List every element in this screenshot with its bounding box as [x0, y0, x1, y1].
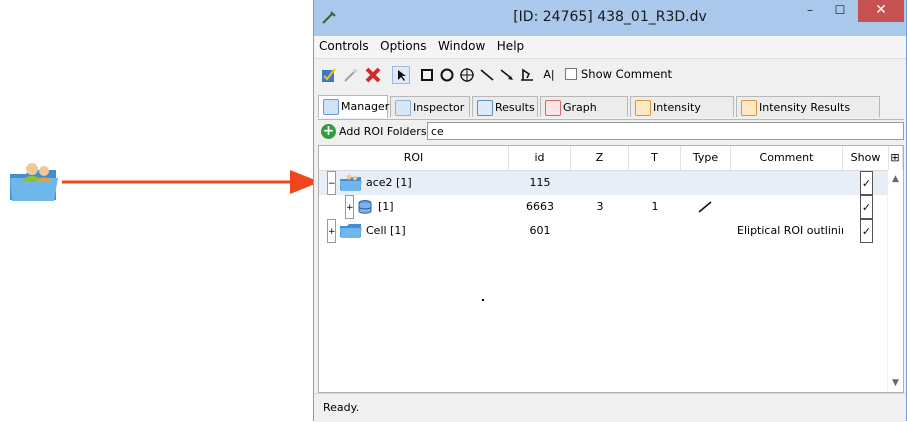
table-row[interactable]: − ace2 [1] 115 ✓ — [319, 171, 889, 195]
database-icon — [358, 200, 372, 214]
tab-graph-pane[interactable]: Graph Pane — [540, 96, 628, 135]
ellipse-tool-icon[interactable] — [438, 66, 456, 84]
menu-window[interactable]: Window — [433, 36, 488, 53]
minimize-button[interactable]: – — [796, 0, 824, 22]
column-header-id[interactable]: id — [509, 146, 571, 170]
line-type-icon — [698, 201, 712, 213]
column-header-show[interactable]: Show — [843, 146, 889, 170]
tab-manager[interactable]: Manager — [318, 95, 390, 118]
roi-id: 115 — [529, 176, 551, 189]
roi-name: Cell [1] — [366, 224, 406, 237]
rectangle-tool-icon[interactable] — [418, 66, 436, 84]
tab-label: Manager — [341, 100, 390, 113]
expand-icon[interactable]: + — [327, 219, 336, 243]
roi-name: [1] — [378, 200, 394, 213]
magic-wand-icon[interactable] — [342, 66, 360, 84]
text-tool-icon[interactable]: A| — [538, 66, 560, 84]
roi-id: 6663 — [526, 200, 554, 213]
collapse-icon[interactable]: − — [327, 171, 336, 195]
tab-inspector[interactable]: Inspector — [390, 96, 470, 117]
vertical-scrollbar[interactable]: ▲ ▼ — [887, 170, 903, 392]
maximize-button[interactable]: ☐ — [826, 0, 854, 22]
line-tool-icon[interactable] — [478, 66, 496, 84]
roi-table: ROI id Z T Type Comment Show ⊞ − ace2 [1… — [318, 145, 904, 393]
table-header: ROI id Z T Type Comment Show ⊞ — [319, 146, 903, 171]
arrow-tool-icon[interactable] — [498, 66, 516, 84]
table-row[interactable]: + [1] 6663 3 1 ✓ — [319, 195, 889, 219]
roi-name: ace2 [1] — [366, 176, 412, 189]
add-roi-folders-row: + Add ROI Folders — [318, 121, 904, 143]
menu-help[interactable]: Help — [492, 36, 527, 53]
tab-intensity-view[interactable]: Intensity View — [630, 96, 734, 135]
roi-id: 601 — [529, 224, 551, 237]
magnifier-icon — [395, 100, 411, 116]
menu-bar: Controls Options Window Help — [314, 36, 906, 59]
expand-icon[interactable]: + — [345, 195, 354, 219]
delete-icon[interactable] — [364, 66, 382, 84]
plus-icon[interactable]: + — [321, 124, 336, 139]
roi-t: 1 — [651, 200, 659, 213]
roi-comment: Eliptical ROI outlinin... — [737, 224, 843, 237]
column-header-z[interactable]: Z — [571, 146, 629, 170]
tab-bar: Manager Inspector Results Graph Pane Int… — [318, 95, 904, 135]
polyline-tool-icon[interactable] — [518, 66, 536, 84]
table-icon — [477, 100, 493, 116]
roi-z: 3 — [596, 200, 604, 213]
column-header-comment[interactable]: Comment — [731, 146, 843, 170]
add-roi-folders-button[interactable]: Add ROI Folders — [339, 125, 427, 138]
status-text: Ready. — [323, 401, 360, 414]
roi-manager-window: [ID: 24765] 438_01_R3D.dv – ☐ ✕ Controls… — [313, 0, 907, 422]
chart-icon — [741, 100, 757, 116]
scroll-down-icon[interactable]: ▼ — [888, 378, 903, 388]
select-pointer-icon[interactable] — [392, 66, 410, 84]
tab-label: Inspector — [413, 101, 465, 114]
column-header-t[interactable]: T — [629, 146, 681, 170]
tab-intensity-results-view[interactable]: Intensity Results View — [736, 96, 880, 135]
table-row[interactable]: + Cell [1] 601 Eliptical ROI outlinin...… — [319, 219, 889, 243]
show-comment-checkbox[interactable] — [565, 68, 577, 80]
folder-name-input[interactable] — [427, 122, 904, 140]
menu-controls[interactable]: Controls — [314, 36, 372, 53]
graph-icon — [545, 100, 561, 116]
toolbar: A| Show Comment — [314, 58, 906, 92]
close-button[interactable]: ✕ — [858, 0, 904, 22]
point-tool-icon[interactable] — [458, 66, 476, 84]
show-checkbox[interactable]: ✓ — [860, 171, 873, 195]
title-bar: [ID: 24765] 438_01_R3D.dv – ☐ ✕ — [314, 0, 906, 36]
stray-dot — [482, 299, 484, 301]
show-checkbox[interactable]: ✓ — [860, 195, 873, 219]
show-comment-label: Show Comment — [581, 67, 673, 81]
column-header-type[interactable]: Type — [681, 146, 731, 170]
menu-options[interactable]: Options — [375, 36, 429, 53]
folder-icon — [340, 224, 362, 238]
column-chooser-icon[interactable]: ⊞ — [888, 146, 903, 170]
folder-users-icon — [340, 174, 362, 191]
show-checkbox[interactable]: ✓ — [860, 219, 873, 243]
edit-check-icon[interactable] — [320, 66, 338, 84]
tab-label: Results — [495, 101, 535, 114]
chart-icon — [635, 100, 651, 116]
tab-results[interactable]: Results — [472, 96, 538, 117]
folder-users-icon — [10, 163, 58, 201]
scroll-up-icon[interactable]: ▲ — [888, 174, 903, 184]
status-bar: Ready. — [314, 393, 906, 422]
column-header-roi[interactable]: ROI — [319, 146, 509, 170]
magnifier-icon — [323, 99, 339, 115]
